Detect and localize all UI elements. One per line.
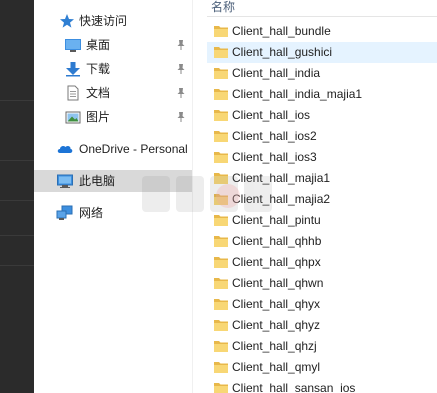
file-name: Client_hall_pintu — [232, 213, 321, 227]
file-row[interactable]: Client_hall_sansan_ios — [207, 378, 437, 393]
nav-item-label: 下载 — [86, 62, 111, 76]
file-row[interactable]: Client_hall_gushici — [207, 42, 437, 63]
file-name: Client_hall_qhwn — [232, 276, 324, 290]
header-divider — [207, 16, 437, 17]
strip-divider — [0, 160, 34, 161]
computer-icon — [57, 174, 73, 188]
network-icon — [56, 205, 73, 220]
nav-item-downloads[interactable]: 下载 — [34, 58, 192, 80]
file-name: Client_hall_qmyl — [232, 360, 321, 374]
file-name: Client_hall_sansan_ios — [232, 381, 356, 393]
folder-icon — [214, 68, 228, 79]
file-name: Client_hall_ios2 — [232, 129, 317, 143]
pin-icon[interactable] — [176, 87, 186, 99]
folder-icon — [214, 26, 228, 37]
star-icon — [60, 14, 74, 28]
pin-icon[interactable] — [176, 111, 186, 123]
nav-item-label: 文档 — [86, 86, 111, 100]
strip-divider — [0, 265, 34, 266]
file-row[interactable]: Client_hall_majia2 — [207, 189, 437, 210]
pin-icon[interactable] — [176, 63, 186, 75]
file-name: Client_hall_india_majia1 — [232, 87, 363, 101]
file-row[interactable]: Client_hall_qhzj — [207, 336, 437, 357]
file-name: Client_hall_bundle — [232, 24, 331, 38]
file-row[interactable]: Client_hall_ios — [207, 105, 437, 126]
folder-icon — [214, 320, 228, 331]
file-row[interactable]: Client_hall_ios3 — [207, 147, 437, 168]
nav-item-label: 快速访问 — [79, 14, 128, 28]
file-row[interactable]: Client_hall_qhyx — [207, 294, 437, 315]
file-name: Client_hall_qhyx — [232, 297, 321, 311]
desktop-icon — [65, 39, 81, 52]
folder-icon — [214, 89, 228, 100]
file-name: Client_hall_ios3 — [232, 150, 317, 164]
file-row[interactable]: Client_hall_india — [207, 63, 437, 84]
nav-item-label: OneDrive - Personal — [79, 142, 188, 156]
download-arrow-icon — [66, 62, 80, 77]
file-name: Client_hall_qhpx — [232, 255, 321, 269]
left-window-strip — [0, 0, 34, 393]
file-name: Client_hall_qhzj — [232, 339, 317, 353]
file-name: Client_hall_majia2 — [232, 192, 331, 206]
folder-icon — [214, 383, 228, 393]
file-row[interactable]: Client_hall_pintu — [207, 210, 437, 231]
file-name: Client_hall_ios — [232, 108, 311, 122]
folder-icon — [214, 194, 228, 205]
folder-icon — [214, 257, 228, 268]
nav-item-quick-access[interactable]: 快速访问 — [34, 10, 192, 32]
folder-icon — [214, 362, 228, 373]
folder-icon — [214, 131, 228, 142]
file-name: Client_hall_gushici — [232, 45, 333, 59]
nav-item-label: 此电脑 — [79, 174, 116, 188]
nav-item-network[interactable]: 网络 — [34, 202, 192, 224]
navigation-pane: 快速访问 桌面 下载 文档 图片 OneDrive - Personal 此电脑… — [34, 0, 192, 393]
nav-item-label: 网络 — [79, 206, 104, 220]
folder-icon — [214, 341, 228, 352]
nav-item-this-pc[interactable]: 此电脑 — [34, 170, 192, 192]
file-row[interactable]: Client_hall_india_majia1 — [207, 84, 437, 105]
column-header-name[interactable]: 名称 — [211, 0, 235, 14]
folder-icon — [214, 215, 228, 226]
pin-icon[interactable] — [176, 39, 186, 51]
file-row[interactable]: Client_hall_majia1 — [207, 168, 437, 189]
nav-item-documents[interactable]: 文档 — [34, 82, 192, 104]
file-row[interactable]: Client_hall_qmyl — [207, 357, 437, 378]
file-row[interactable]: Client_hall_qhpx — [207, 252, 437, 273]
folder-icon — [214, 110, 228, 121]
folder-icon — [214, 47, 228, 58]
file-row[interactable]: Client_hall_bundle — [207, 21, 437, 42]
nav-item-onedrive[interactable]: OneDrive - Personal — [34, 138, 192, 160]
strip-divider — [0, 235, 34, 236]
nav-item-label: 桌面 — [86, 38, 111, 52]
folder-icon — [214, 299, 228, 310]
document-icon — [67, 85, 79, 101]
file-name: Client_hall_majia1 — [232, 171, 331, 185]
file-name: Client_hall_qhhb — [232, 234, 322, 248]
file-name: Client_hall_qhyz — [232, 318, 321, 332]
nav-item-pictures[interactable]: 图片 — [34, 106, 192, 128]
nav-item-label: 图片 — [86, 110, 111, 124]
file-list: 名称 Client_hall_bundle Client_hall_gushici… — [193, 0, 437, 393]
folder-icon — [214, 236, 228, 247]
folder-icon — [214, 278, 228, 289]
file-name: Client_hall_india — [232, 66, 321, 80]
file-row[interactable]: Client_hall_qhyz — [207, 315, 437, 336]
pictures-icon — [65, 111, 81, 124]
strip-divider — [0, 100, 34, 101]
file-row[interactable]: Client_hall_qhwn — [207, 273, 437, 294]
folder-icon — [214, 173, 228, 184]
folder-icon — [214, 152, 228, 163]
nav-item-desktop[interactable]: 桌面 — [34, 34, 192, 56]
file-row[interactable]: Client_hall_ios2 — [207, 126, 437, 147]
strip-divider — [0, 200, 34, 201]
cloud-icon — [57, 145, 73, 153]
file-row[interactable]: Client_hall_qhhb — [207, 231, 437, 252]
